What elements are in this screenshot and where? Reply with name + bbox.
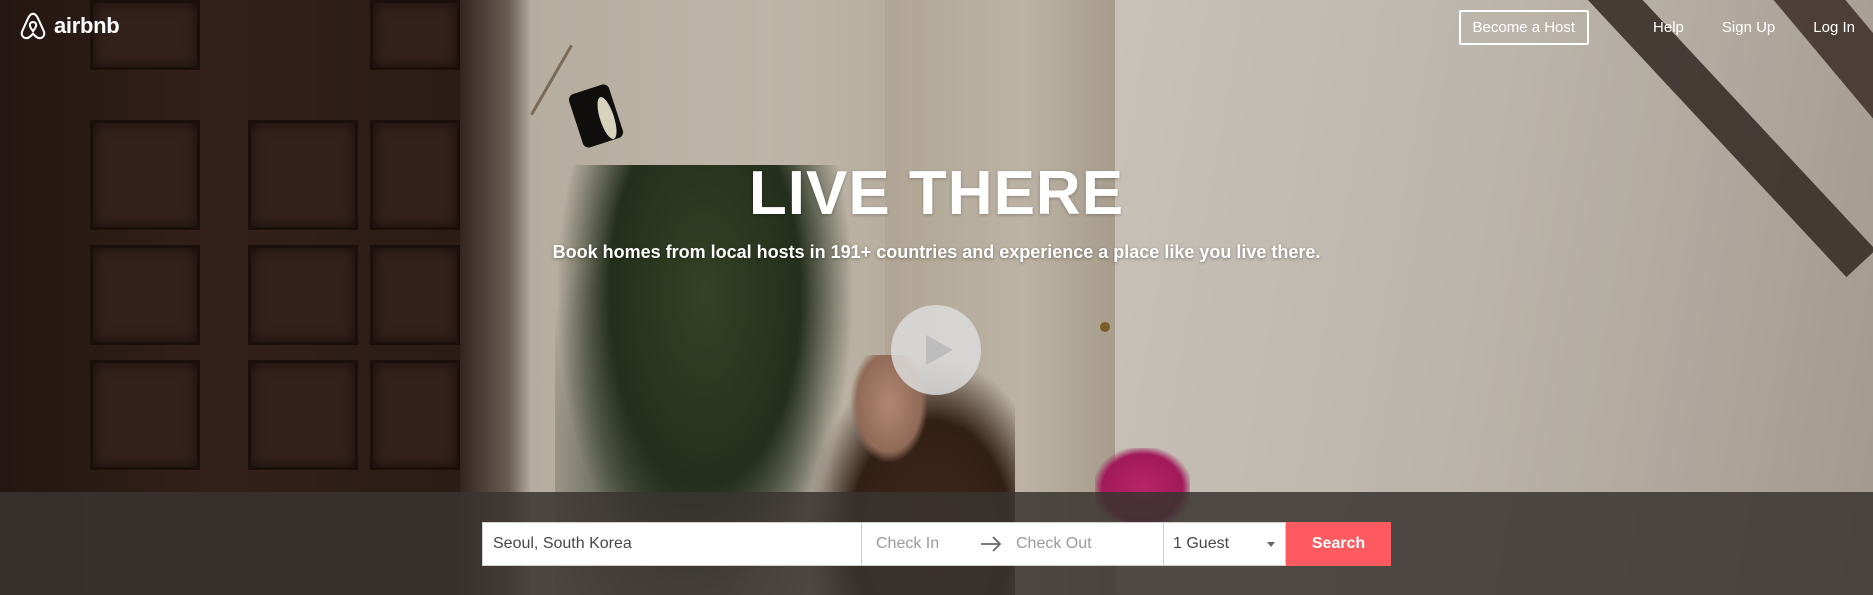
location-input[interactable] (482, 522, 862, 566)
search-button[interactable]: Search (1286, 522, 1391, 566)
check-in-field[interactable]: Check In (876, 535, 939, 553)
date-range-field: Check In Check Out (862, 522, 1163, 566)
brand-name: airbnb (54, 13, 120, 38)
airbnb-logo[interactable]: airbnb (18, 11, 120, 41)
guests-select[interactable]: 1 Guest (1163, 522, 1286, 566)
search-form: Check In Check Out 1 Guest Search (482, 522, 1391, 566)
help-link[interactable]: Help (1653, 19, 1684, 36)
play-icon (926, 335, 953, 365)
hero-headline: LIVE THERE (748, 159, 1125, 228)
play-video-button[interactable] (891, 305, 981, 395)
arrow-right-icon (981, 536, 1002, 552)
guests-value: 1 Guest (1173, 535, 1230, 552)
belo-logo-icon (20, 12, 46, 40)
log-in-link[interactable]: Log In (1813, 19, 1855, 36)
top-nav: airbnb Become a Host Help Sign Up Log In (0, 0, 1873, 52)
become-host-button[interactable]: Become a Host (1458, 10, 1590, 45)
sign-up-link[interactable]: Sign Up (1722, 19, 1775, 36)
hero-subhead: Book homes from local hosts in 191+ coun… (552, 242, 1321, 262)
check-out-field[interactable]: Check Out (1016, 535, 1092, 553)
chevron-down-icon (1267, 542, 1275, 547)
nav-links: Become a Host Help Sign Up Log In (1458, 10, 1855, 45)
